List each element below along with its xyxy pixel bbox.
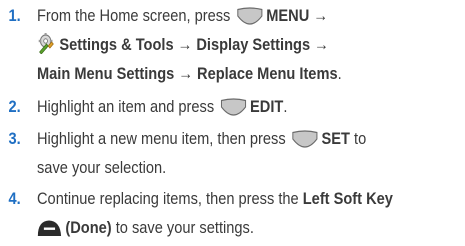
step-text: Highlight a new menu item, then press SE… [37, 124, 465, 182]
step-text-segment: Highlight a new menu item, then press [37, 129, 290, 148]
step-text: Continue replacing items, then press the… [37, 184, 465, 242]
arrow-glyph: → [309, 6, 329, 25]
step-1-line-2: Settings & Tools → Display Settings → [37, 30, 465, 59]
step-text-segment: Main Menu Settings → Replace Menu Items [37, 64, 338, 83]
step-text-segment: → Display Settings → [173, 35, 329, 54]
step-1-line-1: From the Home screen, press MENU → [37, 1, 465, 30]
step-number: 1. [8, 6, 21, 25]
step-number: 4. [8, 189, 21, 208]
step-1-line-3: Main Menu Settings → Replace Menu Items. [37, 59, 465, 88]
step-text: From the Home screen, press MENU → Setti… [37, 1, 465, 88]
settings-tools-label: Settings & Tools [59, 35, 174, 54]
step-text-segment: Highlight an item and press [37, 97, 219, 116]
step-text-segment: . [283, 97, 288, 116]
step-text-segment: to save your settings. [111, 218, 254, 237]
left-soft-key-icon [37, 217, 62, 236]
step-4-line-2: (Done) to save your settings. [37, 213, 465, 242]
settings-tools-icon [37, 32, 56, 55]
step-3-line-1: Highlight a new menu item, then press SE… [37, 124, 465, 153]
step-number: 2. [8, 97, 21, 116]
menu-key-label: MENU [266, 6, 310, 25]
step-text: Highlight an item and press EDIT. [37, 92, 465, 121]
done-label: (Done) [65, 218, 112, 237]
step-3-line-2: save your selection. [37, 158, 167, 177]
step-4-line-1: Continue replacing items, then press the… [37, 184, 465, 213]
step-text-segment: . [337, 64, 342, 83]
center-select-key-icon [236, 6, 263, 25]
center-select-key-icon [291, 129, 318, 148]
step-text-segment: Continue replacing items, then press the [37, 189, 303, 208]
left-soft-key-label: Left Soft Key [302, 189, 393, 208]
step-text-segment: From the Home screen, press [37, 6, 235, 25]
step-text-segment: to [349, 129, 367, 148]
step-number: 3. [8, 129, 21, 148]
set-key-label: SET [321, 129, 350, 148]
edit-key-label: EDIT [250, 97, 284, 116]
center-select-key-icon [220, 97, 247, 116]
